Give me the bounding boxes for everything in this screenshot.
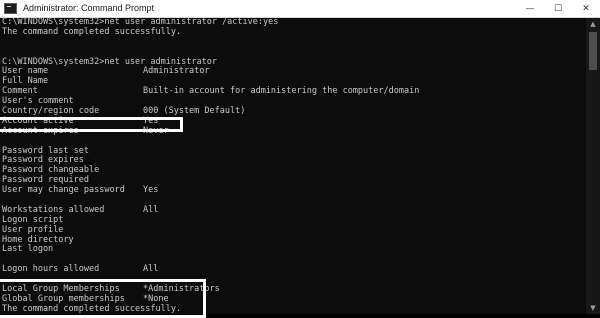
field-label: User may change password bbox=[2, 185, 125, 196]
field-value: 000 (System Default) bbox=[143, 106, 246, 117]
console-field-row: Logon script bbox=[0, 215, 586, 226]
highlight-group-memberships bbox=[0, 279, 206, 318]
field-value: All bbox=[143, 204, 159, 215]
minimize-button[interactable]: — bbox=[516, 0, 544, 17]
console-field-row: User profile bbox=[0, 225, 586, 236]
console-line: The command completed successfully. bbox=[2, 26, 182, 37]
window-controls: — ☐ ✕ bbox=[516, 0, 600, 17]
highlight-account-active bbox=[0, 117, 183, 132]
console-field-row: Last logon bbox=[0, 245, 586, 255]
window-title: Administrator: Command Prompt bbox=[23, 3, 155, 13]
console-field-row: Country/region code 000 (System Default) bbox=[0, 106, 586, 117]
field-value: Yes bbox=[143, 185, 159, 196]
console-field-row: Comment Built-in account for administerin… bbox=[0, 86, 586, 97]
scrollbar-thumb[interactable] bbox=[589, 32, 597, 70]
console-field-row: Password last set bbox=[0, 146, 586, 157]
console-field-row: User may change password Yes bbox=[0, 185, 586, 196]
scroll-up-arrow-icon[interactable]: ▲ bbox=[586, 18, 600, 30]
console-output[interactable]: C:\WINDOWS\system32>net user administrat… bbox=[0, 18, 586, 314]
field-value: Administrator bbox=[143, 66, 210, 77]
close-button[interactable]: ✕ bbox=[572, 0, 600, 17]
console-line: C:\WINDOWS\system32>net user administrat… bbox=[2, 56, 217, 67]
field-label: Last logon bbox=[2, 244, 54, 255]
maximize-button[interactable]: ☐ bbox=[544, 0, 572, 17]
vertical-scrollbar[interactable]: ▲ ▼ bbox=[586, 18, 600, 314]
command-prompt-window: Administrator: Command Prompt — ☐ ✕ C:\W… bbox=[0, 0, 600, 318]
console-field-row: Workstations allowed All bbox=[0, 204, 586, 216]
field-value: Built-in account for administering the c… bbox=[143, 86, 420, 97]
title-bar[interactable]: Administrator: Command Prompt — ☐ ✕ bbox=[0, 0, 600, 18]
field-label: Logon hours allowed bbox=[2, 264, 100, 275]
scroll-down-arrow-icon[interactable]: ▼ bbox=[586, 302, 600, 314]
cmd-icon bbox=[4, 3, 17, 14]
console-field-row: User name Administrator bbox=[0, 67, 586, 77]
field-value: All bbox=[143, 264, 159, 275]
console-field-row: Home directory bbox=[0, 235, 586, 246]
console-field-row: Logon hours allowed All bbox=[0, 264, 586, 275]
